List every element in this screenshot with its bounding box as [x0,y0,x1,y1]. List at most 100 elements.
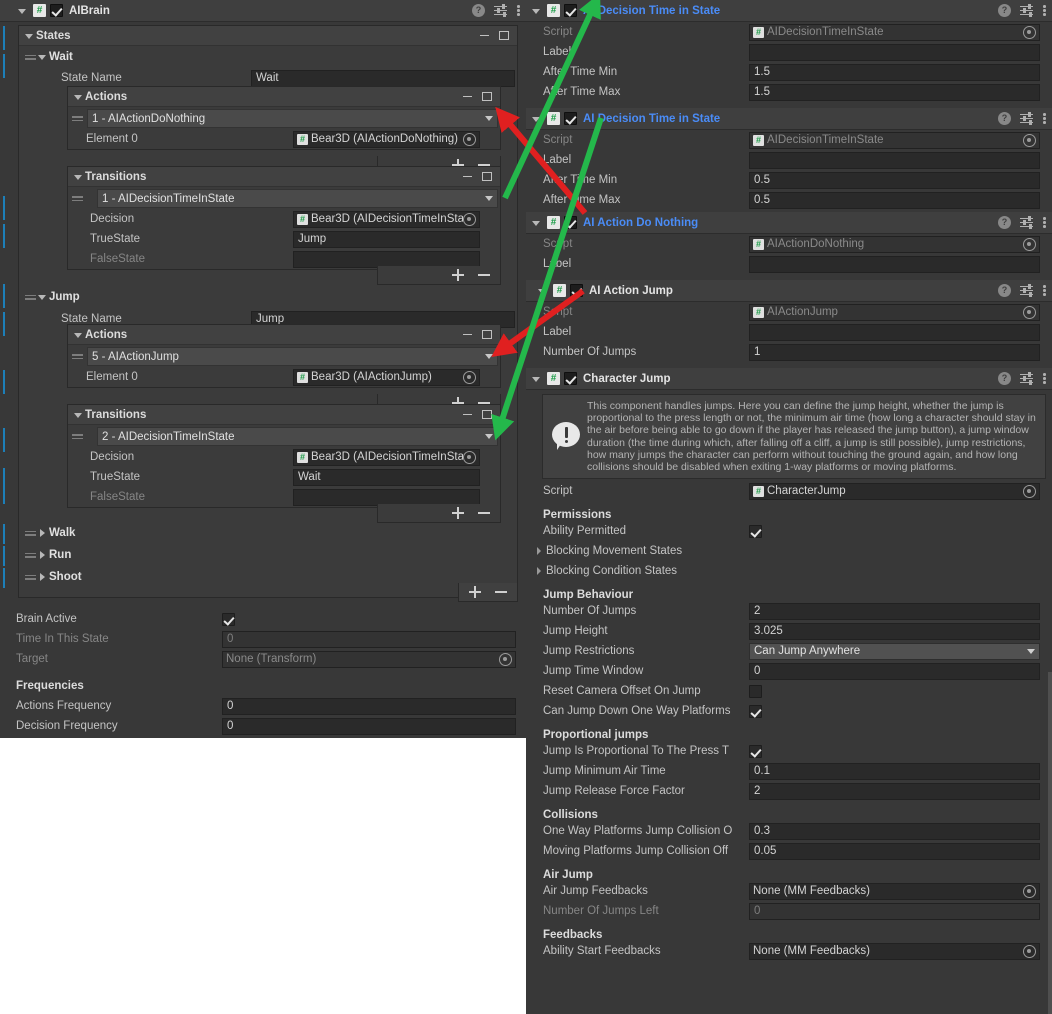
foldout-arrow-icon[interactable] [36,549,48,561]
kebab-menu-icon[interactable] [516,4,520,17]
drag-handle-icon[interactable] [25,293,36,302]
foldout-arrow-icon[interactable] [36,527,48,539]
collapse-icon[interactable] [463,175,472,178]
label-input[interactable] [749,255,1040,273]
add-state-button[interactable] [469,586,481,598]
reset-camera-offset-checkbox[interactable] [749,684,762,698]
state-row-jump[interactable]: Jump [25,286,80,308]
one-way-platforms-input[interactable]: 0.3 [749,822,1040,840]
kebab-menu-icon[interactable] [1042,216,1046,229]
component-enabled-checkbox[interactable] [564,4,577,17]
kebab-menu-icon[interactable] [1042,4,1046,17]
remove-state-button[interactable] [495,586,507,598]
true-state-input[interactable]: Wait [293,468,480,486]
drag-handle-icon[interactable] [72,352,83,361]
decision-frequency-input[interactable]: 0 [222,717,516,735]
number-of-jumps-left-input[interactable]: 0 [749,902,1040,920]
number-of-jumps-input[interactable]: 2 [749,602,1040,620]
foldout-arrow-icon[interactable] [530,5,542,17]
moving-platforms-input[interactable]: 0.05 [749,842,1040,860]
time-in-state-input[interactable]: 0 [222,630,516,648]
decision-object-field[interactable]: # Bear3D (AIDecisionTimeInStat [293,448,480,466]
after-time-min-input[interactable]: 1.5 [749,63,1040,81]
component-header-ai-decision-time-in-state-2[interactable]: # AI Decision Time in State ? [526,108,1052,130]
preset-icon[interactable] [494,3,507,17]
label-input[interactable] [749,151,1040,169]
component-enabled-checkbox[interactable] [50,4,63,17]
action-element-selector-row[interactable]: 1 - AIActionDoNothing [68,107,500,129]
transition-element-selector-row[interactable]: 1 - AIDecisionTimeInState [68,187,500,209]
object-picker-icon[interactable] [463,132,476,146]
jump-restrictions-dropdown[interactable]: Can Jump Anywhere [749,642,1040,660]
foldout-arrow-icon[interactable] [23,30,35,42]
jump-transitions-add-remove[interactable] [377,504,501,523]
blocking-movement-states-foldout[interactable]: Blocking Movement States [526,541,1052,561]
object-picker-icon[interactable] [1023,944,1036,958]
transition-dropdown[interactable]: 2 - AIDecisionTimeInState [97,427,498,446]
foldout-arrow-icon[interactable] [72,409,84,421]
drag-handle-icon[interactable] [25,573,36,582]
vertical-scrollbar[interactable] [1048,672,1052,1014]
add-transition-button[interactable] [452,507,464,519]
transitions-header[interactable]: Transitions [68,167,500,187]
preset-icon[interactable] [1020,283,1033,297]
help-icon[interactable]: ? [998,4,1011,17]
foldout-arrow-icon[interactable] [534,546,544,556]
preset-icon[interactable] [1020,371,1033,385]
component-enabled-checkbox[interactable] [564,216,577,229]
number-of-jumps-input[interactable]: 1 [749,343,1040,361]
add-transition-button[interactable] [452,269,464,281]
after-time-min-input[interactable]: 0.5 [749,171,1040,189]
after-time-max-input[interactable]: 1.5 [749,83,1040,101]
object-picker-icon[interactable] [463,212,476,226]
kebab-menu-icon[interactable] [1042,372,1046,385]
air-jump-feedbacks-object-field[interactable]: None (MM Feedbacks) [749,882,1040,900]
foldout-arrow-icon[interactable] [72,171,84,183]
script-object-field[interactable]: # CharacterJump [749,482,1040,500]
help-icon[interactable]: ? [472,4,485,17]
action-dropdown[interactable]: 5 - AIActionJump [87,347,498,366]
drag-handle-icon[interactable] [25,529,36,538]
drag-handle-icon[interactable] [72,114,83,123]
help-icon[interactable]: ? [998,112,1011,125]
object-picker-icon[interactable] [1023,237,1036,251]
wait-transitions-add-remove[interactable] [377,266,501,285]
component-enabled-checkbox[interactable] [564,112,577,125]
element-object-field[interactable]: # Bear3D (AIActionDoNothing) [293,130,480,148]
foldout-arrow-icon[interactable] [530,217,542,229]
state-row-run[interactable]: Run [25,544,71,566]
script-object-field[interactable]: # AIDecisionTimeInState [749,131,1040,149]
transition-dropdown[interactable]: 1 - AIDecisionTimeInState [97,189,498,208]
after-time-max-input[interactable]: 0.5 [749,191,1040,209]
jump-minimum-air-time-input[interactable]: 0.1 [749,762,1040,780]
foldout-arrow-icon[interactable] [36,291,48,303]
state-row-wait[interactable]: Wait [19,46,517,68]
expand-icon[interactable] [482,410,492,419]
decision-object-field[interactable]: # Bear3D (AIDecisionTimeInStat [293,210,480,228]
drag-handle-icon[interactable] [25,53,36,62]
collapse-icon[interactable] [463,95,472,98]
element-object-field[interactable]: # Bear3D (AIActionJump) [293,368,480,386]
script-object-field[interactable]: # AIDecisionTimeInState [749,23,1040,41]
object-picker-icon[interactable] [1023,25,1036,39]
states-header[interactable]: States [19,26,517,46]
can-jump-down-checkbox[interactable] [749,704,762,718]
true-state-input[interactable]: Jump [293,230,480,248]
component-enabled-checkbox[interactable] [564,372,577,385]
target-object-field[interactable]: None (Transform) [222,650,516,668]
foldout-arrow-icon[interactable] [36,571,48,583]
expand-icon[interactable] [482,172,492,181]
foldout-arrow-icon[interactable] [72,329,84,341]
jump-is-proportional-checkbox[interactable] [749,744,762,758]
state-name-input[interactable]: Wait [251,69,515,87]
state-row-walk[interactable]: Walk [25,522,75,544]
object-picker-icon[interactable] [1023,484,1036,498]
foldout-arrow-icon[interactable] [536,285,548,297]
false-state-input[interactable] [293,488,480,506]
transition-element-selector-row[interactable]: 2 - AIDecisionTimeInState [68,425,500,447]
collapse-icon[interactable] [463,333,472,336]
remove-transition-button[interactable] [478,269,490,281]
expand-icon[interactable] [482,330,492,339]
label-input[interactable] [749,323,1040,341]
object-picker-icon[interactable] [463,370,476,384]
